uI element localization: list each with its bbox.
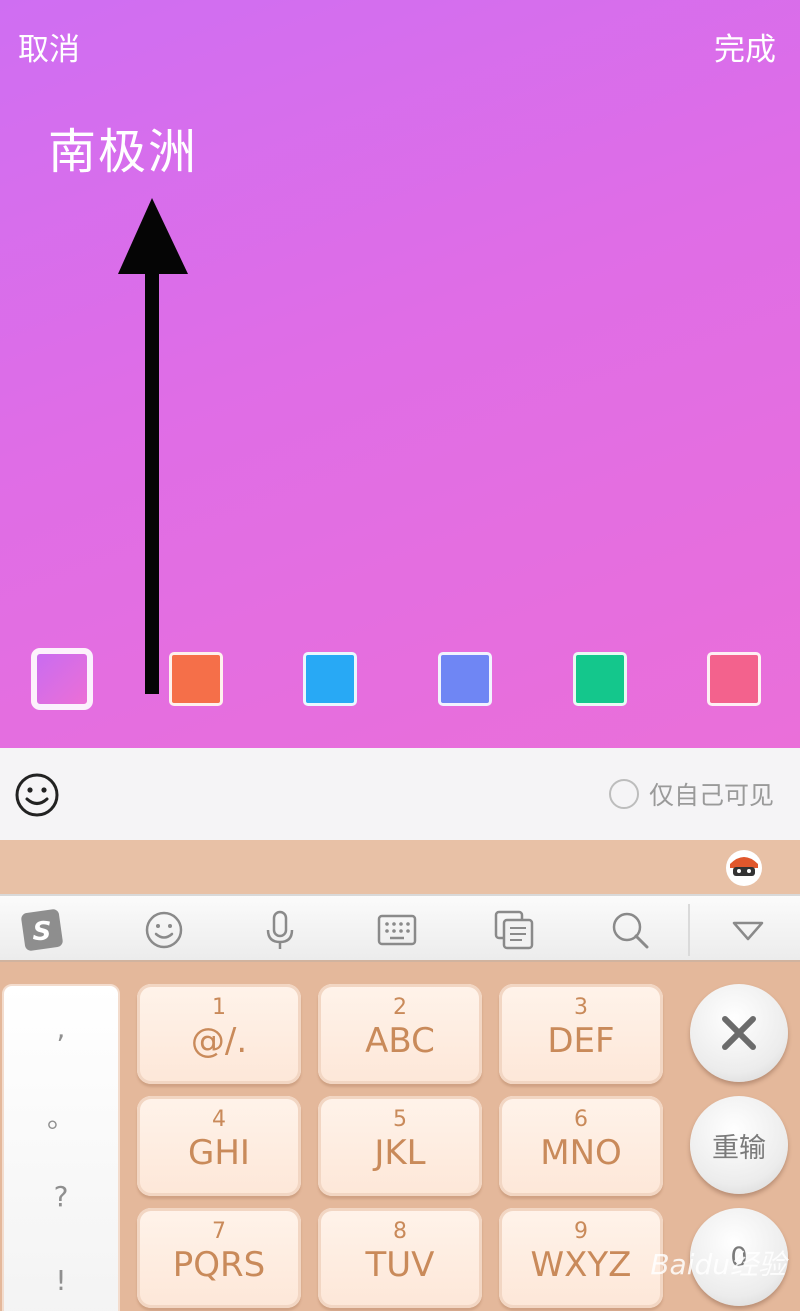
emoji-icon[interactable]: [14, 772, 60, 818]
key-letters: GHI: [188, 1133, 250, 1173]
background-color-swatches: [0, 648, 800, 710]
key-9[interactable]: 9 WXYZ: [499, 1208, 663, 1308]
swatch-orange[interactable]: [169, 652, 223, 706]
entered-text[interactable]: 南极洲: [48, 112, 198, 182]
key-number: 7: [212, 1219, 226, 1244]
key-number: 9: [574, 1219, 588, 1244]
microphone-icon[interactable]: [258, 908, 302, 952]
delete-button[interactable]: [690, 984, 788, 1082]
key-3[interactable]: 3 DEF: [499, 984, 663, 1084]
baidu-watermark: Baidu经验: [650, 1248, 786, 1281]
swatch-pink[interactable]: [707, 652, 761, 706]
key-number: 8: [393, 1219, 407, 1244]
key-letters: JKL: [374, 1133, 426, 1173]
radio-button[interactable]: [608, 779, 639, 809]
symbol-key[interactable]: 。: [4, 1096, 118, 1136]
key-2[interactable]: 2 ABC: [318, 984, 482, 1084]
key-6[interactable]: 6 MNO: [499, 1096, 663, 1196]
reinput-button[interactable]: 重输: [690, 1096, 788, 1194]
key-number: 3: [574, 995, 588, 1020]
key-1[interactable]: 1 @/.: [137, 984, 301, 1084]
mascot-icon[interactable]: [724, 848, 764, 888]
symbol-key[interactable]: ,: [4, 1012, 118, 1045]
key-7[interactable]: 7 PQRS: [137, 1208, 301, 1308]
close-icon: [722, 1016, 756, 1050]
annotation-arrow-icon: [118, 198, 188, 694]
key-letters: TUV: [365, 1245, 435, 1285]
ime-toolbar: S: [0, 894, 800, 962]
emoji-panel-icon[interactable]: [142, 908, 186, 952]
post-options-bar: 仅自己可见: [0, 748, 800, 840]
keyboard-switch-icon[interactable]: [375, 908, 419, 952]
key-letters: @/.: [190, 1021, 248, 1061]
key-4[interactable]: 4 GHI: [137, 1096, 301, 1196]
key-letters: WXYZ: [530, 1245, 632, 1285]
key-letters: DEF: [547, 1021, 615, 1061]
key-number: 1: [212, 995, 226, 1020]
symbol-column: , 。 ? !: [2, 984, 120, 1311]
key-5[interactable]: 5 JKL: [318, 1096, 482, 1196]
key-letters: PQRS: [172, 1245, 266, 1285]
symbol-key[interactable]: ?: [4, 1180, 118, 1213]
sogou-logo-icon[interactable]: S: [20, 908, 64, 952]
swatch-gradient[interactable]: [31, 648, 93, 710]
keyboard-top-area: [0, 840, 800, 894]
key-number: 5: [393, 1107, 407, 1132]
text-editor-canvas: 取消 完成 南极洲: [0, 0, 800, 748]
key-letters: ABC: [365, 1021, 435, 1061]
toolbar-divider: [688, 904, 690, 956]
svg-text:S: S: [33, 917, 52, 947]
swatch-periwinkle[interactable]: [438, 652, 492, 706]
swatch-green[interactable]: [573, 652, 627, 706]
swatch-blue[interactable]: [303, 652, 357, 706]
key-number: 4: [212, 1107, 226, 1132]
collapse-keyboard-icon[interactable]: [726, 908, 770, 952]
key-letters: MNO: [540, 1133, 622, 1173]
clipboard-icon[interactable]: [492, 908, 536, 952]
symbol-key[interactable]: !: [4, 1264, 118, 1297]
search-icon[interactable]: [608, 908, 652, 952]
private-visibility-toggle[interactable]: 仅自己可见: [608, 776, 774, 812]
reinput-label: 重输: [712, 1132, 766, 1164]
key-number: 2: [393, 995, 407, 1020]
done-button[interactable]: 完成: [714, 24, 776, 69]
key-number: 6: [574, 1107, 588, 1132]
cancel-button[interactable]: 取消: [18, 24, 80, 69]
key-8[interactable]: 8 TUV: [318, 1208, 482, 1308]
nine-key-keypad: , 。 ? ! 1 @/. 2 ABC 3 DEF 4 GHI 5 JKL 6 …: [0, 962, 800, 1311]
private-visibility-label: 仅自己可见: [648, 781, 774, 810]
